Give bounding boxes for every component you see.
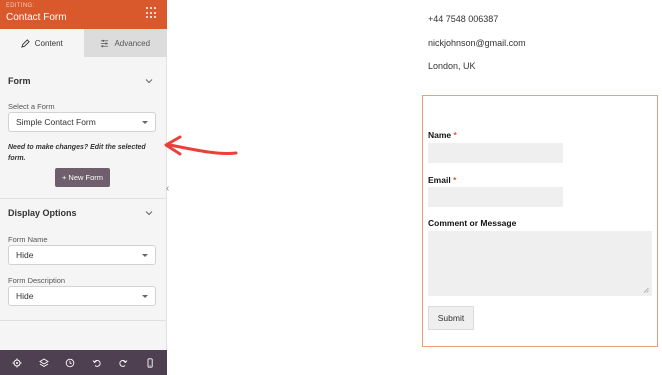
editor-sidebar: EDITING: Contact Form Content Advanced F…	[0, 0, 167, 375]
section-divider	[0, 320, 167, 321]
form-section-title[interactable]: Form	[8, 76, 31, 86]
editing-label: EDITING:	[6, 3, 35, 9]
resize-handle-icon[interactable]	[643, 287, 649, 293]
bottom-toolbar	[0, 350, 167, 375]
form-description-dropdown[interactable]: Hide	[8, 286, 156, 306]
collapse-sidebar-icon[interactable]: ‹	[166, 183, 169, 194]
form-description-value: Hide	[16, 291, 34, 301]
sidebar-tabs: Content Advanced	[0, 29, 167, 57]
display-options-title[interactable]: Display Options	[8, 208, 77, 218]
caret-down-icon	[142, 121, 148, 124]
section-divider	[0, 198, 167, 199]
required-mark: *	[453, 130, 457, 140]
caret-down-icon	[142, 295, 148, 298]
module-title: Contact Form	[6, 12, 67, 23]
tab-content-label: Content	[34, 38, 63, 48]
submit-button[interactable]: Submit	[428, 306, 474, 330]
sidebar-header: EDITING: Contact Form	[0, 0, 167, 29]
grid-menu-icon[interactable]	[146, 7, 158, 19]
form-name-dropdown[interactable]: Hide	[8, 245, 156, 265]
tab-advanced-label: Advanced	[114, 38, 151, 48]
comment-textarea[interactable]	[428, 231, 652, 296]
sliders-icon	[101, 39, 109, 47]
form-name-label: Form Name	[8, 235, 48, 244]
layers-icon[interactable]	[38, 357, 49, 368]
new-form-button[interactable]: + New Form	[55, 168, 110, 187]
contact-form: Name * Email * Comment or Message Submit	[422, 95, 658, 347]
comment-field-label: Comment or Message	[428, 218, 517, 228]
form-description-label: Form Description	[8, 276, 66, 285]
required-mark: *	[453, 175, 457, 185]
select-form-label: Select a Form	[8, 102, 55, 111]
undo-icon[interactable]	[92, 358, 102, 368]
caret-down-icon	[142, 254, 148, 257]
email-input[interactable]	[428, 187, 563, 207]
contact-location: London, UK	[428, 61, 476, 71]
redo-icon[interactable]	[118, 358, 128, 368]
name-field-label: Name *	[428, 130, 457, 140]
contact-email[interactable]: nickjohnson@gmail.com	[428, 38, 526, 48]
history-icon[interactable]	[65, 358, 75, 368]
mobile-preview-icon[interactable]	[145, 357, 155, 368]
contact-phone: +44 7548 006387	[428, 14, 499, 24]
form-name-value: Hide	[16, 250, 34, 260]
annotation-arrow	[164, 135, 238, 156]
settings-icon[interactable]	[12, 358, 22, 368]
email-field-label: Email *	[428, 175, 457, 185]
select-form-value: Simple Contact Form	[16, 117, 96, 127]
pencil-icon	[20, 38, 30, 48]
chevron-down-icon[interactable]	[145, 77, 153, 85]
select-form-dropdown[interactable]: Simple Contact Form	[8, 112, 156, 132]
name-input[interactable]	[428, 143, 563, 163]
chevron-down-icon[interactable]	[145, 209, 153, 217]
tab-advanced[interactable]: Advanced	[83, 29, 167, 57]
tab-content[interactable]: Content	[0, 29, 84, 57]
edit-form-help-text: Need to make changes? Edit the selected …	[8, 144, 146, 162]
